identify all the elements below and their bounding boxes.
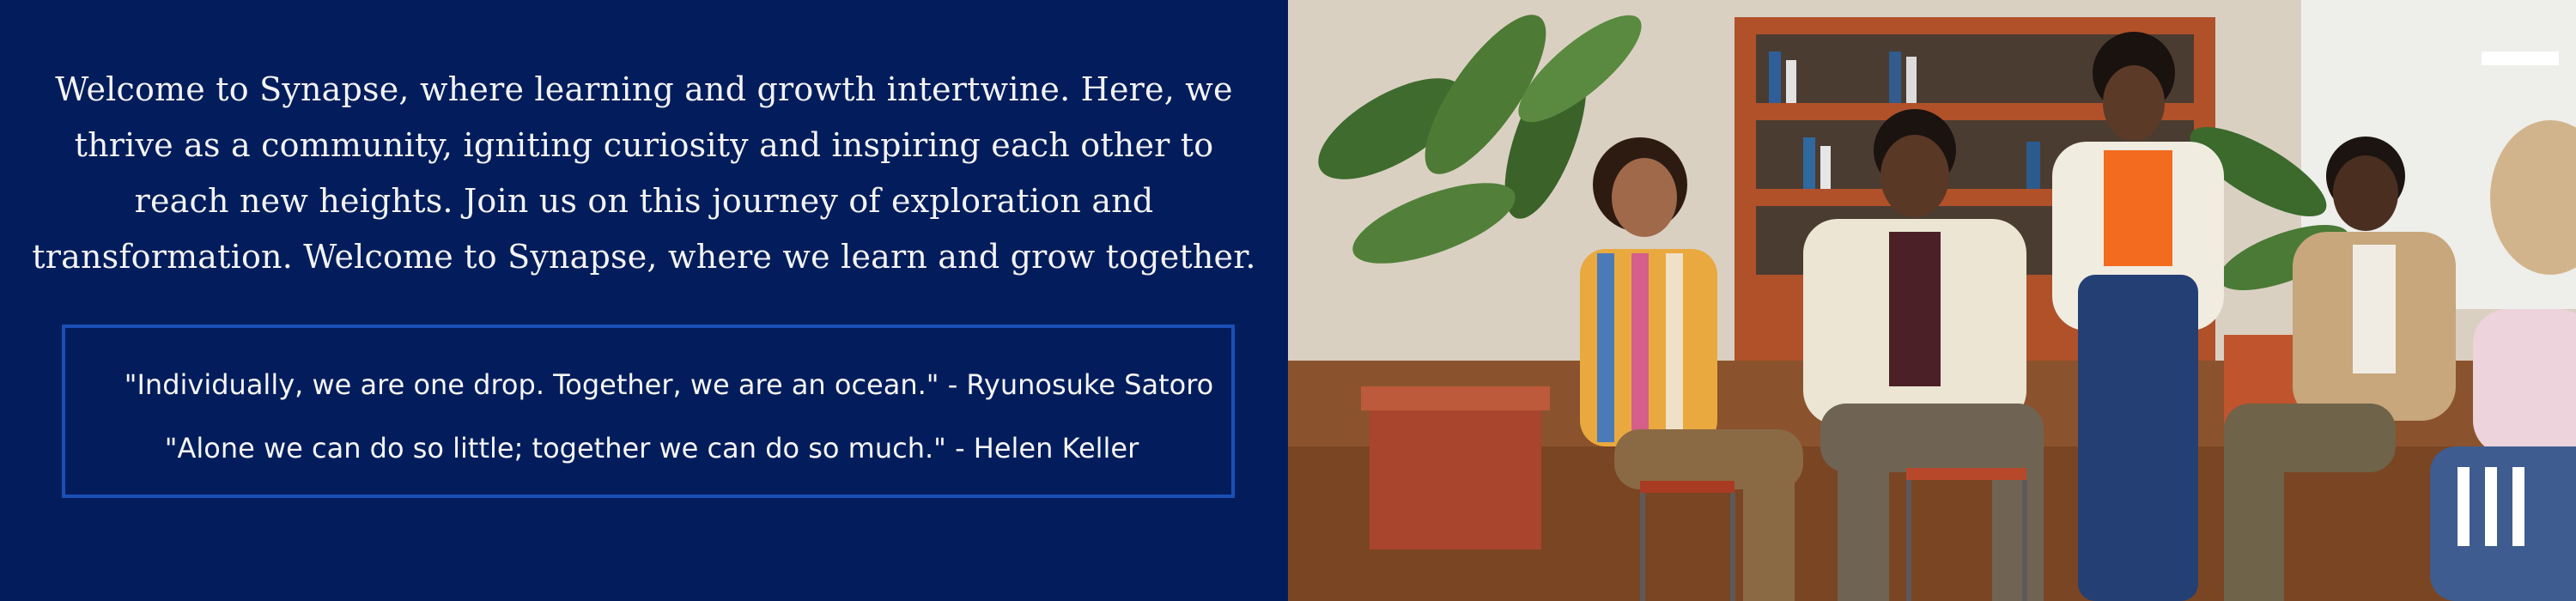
text-panel: Welcome to Synapse, where learning and g… (0, 0, 1288, 601)
synapse-banner: Welcome to Synapse, where learning and g… (0, 0, 2576, 601)
three-bars-logo-icon (2458, 467, 2524, 546)
welcome-paragraph: Welcome to Synapse, where learning and g… (32, 70, 1256, 276)
logo-bar (2485, 467, 2497, 546)
group-discussion-photo (1288, 0, 2576, 601)
logo-bar (2512, 467, 2524, 546)
quote-satoro: "Individually, we are one drop. Together… (124, 368, 1214, 401)
photo-illustration (1288, 0, 2576, 601)
quote-keller: "Alone we can do so little; together we … (164, 432, 1139, 464)
logo-bar (2458, 467, 2470, 546)
quotes-box: "Individually, we are one drop. Together… (62, 325, 1235, 498)
